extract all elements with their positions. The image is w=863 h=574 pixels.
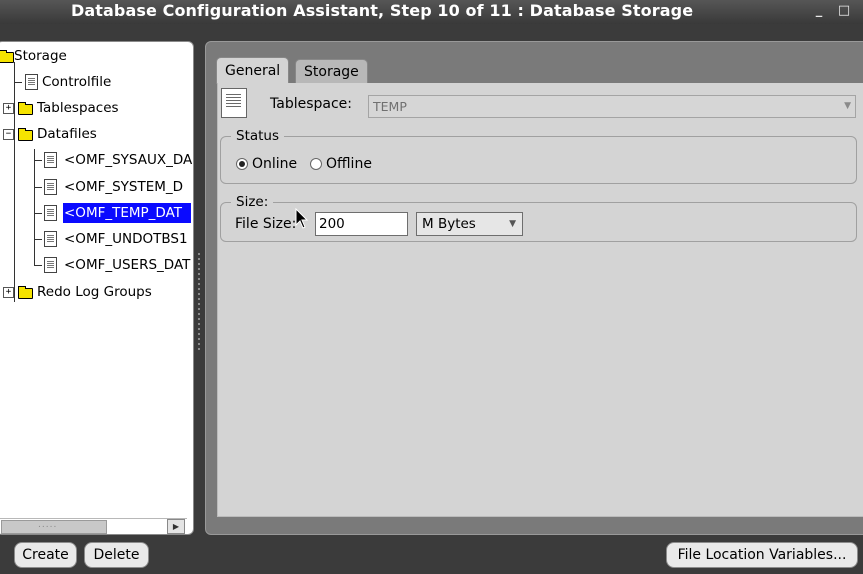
- folder-icon: [18, 286, 33, 299]
- scrollbar-thumb[interactable]: .....: [1, 520, 107, 534]
- tree-item-redo-log-groups[interactable]: + Redo Log Groups: [0, 282, 187, 302]
- storage-tree[interactable]: Storage Controlfile + Tablespaces − Data…: [0, 41, 194, 535]
- tree-item-datafile[interactable]: <OMF_SYSAUX_DA: [0, 150, 192, 170]
- online-radio[interactable]: [236, 158, 248, 170]
- expand-icon[interactable]: +: [3, 103, 14, 114]
- minimize-icon[interactable]: _: [811, 0, 827, 22]
- chevron-down-icon: ▼: [509, 219, 516, 229]
- size-unit-value: M Bytes: [422, 216, 476, 232]
- window-title: Database Configuration Assistant, Step 1…: [71, 1, 694, 20]
- status-legend: Status: [231, 128, 285, 144]
- datafile-icon: [44, 152, 57, 168]
- tree-item-label: <OMF_TEMP_DAT: [63, 203, 191, 223]
- file-size-input[interactable]: 200: [315, 212, 408, 236]
- tree-item-datafile-selected[interactable]: <OMF_TEMP_DAT: [0, 203, 191, 223]
- panel-splitter[interactable]: [196, 250, 202, 365]
- mouse-cursor-icon: [295, 208, 309, 229]
- controlfile-icon: [25, 74, 38, 90]
- tree-item-datafile[interactable]: <OMF_USERS_DAT: [0, 255, 190, 275]
- tree-item-datafile[interactable]: <OMF_SYSTEM_D: [0, 177, 187, 197]
- tab-storage[interactable]: Storage: [295, 59, 368, 84]
- tree-item-label: <OMF_USERS_DAT: [64, 257, 191, 273]
- size-legend: Size:: [231, 194, 274, 210]
- size-unit-select[interactable]: M Bytes ▼: [416, 212, 523, 236]
- status-group: Status Online Offline: [220, 128, 857, 184]
- datafile-icon: [44, 179, 57, 195]
- folder-icon: [18, 102, 33, 115]
- create-button[interactable]: Create: [14, 542, 77, 568]
- online-label[interactable]: Online: [252, 156, 297, 172]
- folder-icon: [0, 50, 14, 63]
- tree-item-storage[interactable]: Storage: [0, 46, 187, 66]
- tree-item-label: <OMF_SYSAUX_DA: [64, 152, 193, 168]
- collapse-icon[interactable]: −: [3, 129, 14, 140]
- tablespace-icon: [221, 88, 247, 118]
- offline-label[interactable]: Offline: [326, 156, 372, 172]
- chevron-down-icon: ▼: [844, 101, 851, 111]
- tree-item-label: <OMF_SYSTEM_D: [64, 179, 184, 195]
- tablespace-value: TEMP: [373, 99, 407, 114]
- tree-item-label: Tablespaces: [37, 100, 119, 116]
- scroll-right-icon[interactable]: ▶: [167, 519, 185, 534]
- size-group: Size: File Size: 200 M Bytes ▼: [220, 194, 857, 242]
- file-size-label: File Size:: [235, 216, 297, 232]
- tree-item-label: <OMF_UNDOTBS1: [64, 231, 188, 247]
- tree-item-datafiles[interactable]: − Datafiles: [0, 124, 187, 144]
- tablespace-select: TEMP ▼: [368, 95, 856, 118]
- tree-item-controlfile[interactable]: Controlfile: [0, 72, 187, 92]
- folder-icon: [18, 128, 33, 141]
- tree-item-datafile[interactable]: <OMF_UNDOTBS1: [0, 229, 188, 249]
- datafile-icon: [44, 205, 57, 221]
- delete-button[interactable]: Delete: [84, 542, 149, 568]
- tablespace-label: Tablespace:: [270, 96, 352, 112]
- offline-radio[interactable]: [310, 158, 322, 170]
- tree-item-label: Redo Log Groups: [37, 284, 152, 300]
- tree-item-label: Datafiles: [37, 126, 97, 142]
- expand-icon[interactable]: +: [3, 287, 14, 298]
- tree-item-label: Controlfile: [42, 74, 112, 90]
- file-location-variables-button[interactable]: File Location Variables...: [666, 542, 858, 568]
- tab-general[interactable]: General: [216, 57, 290, 84]
- maximize-icon[interactable]: □: [836, 0, 852, 22]
- tree-item-tablespaces[interactable]: + Tablespaces: [0, 98, 187, 118]
- tree-item-label: Storage: [14, 48, 67, 64]
- window-titlebar: Database Configuration Assistant, Step 1…: [0, 0, 863, 24]
- datafile-icon: [44, 257, 57, 273]
- tree-horizontal-scrollbar[interactable]: ..... ▶: [0, 518, 187, 534]
- datafile-icon: [44, 231, 57, 247]
